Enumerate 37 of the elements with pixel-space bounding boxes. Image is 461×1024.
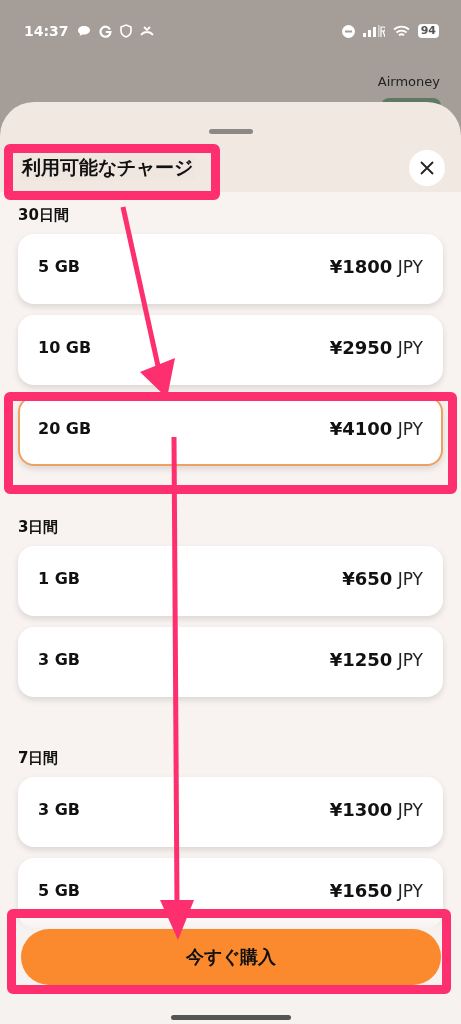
plan-data-amount: 3 GB <box>38 799 81 819</box>
plan-price: ¥1300 JPY <box>329 798 423 820</box>
plan-price: ¥4100 JPY <box>329 417 423 439</box>
plan-data-amount: 5 GB <box>38 880 81 900</box>
plan-card[interactable]: 5 GB ¥1800 JPY <box>18 234 443 304</box>
plan-data-amount: 1 GB <box>38 568 81 588</box>
plan-card[interactable]: 1 GB ¥650 JPY <box>18 546 443 616</box>
plan-price: ¥1800 JPY <box>329 255 423 277</box>
plan-data-amount: 10 GB <box>38 337 92 357</box>
status-time: 14:37 <box>24 23 69 39</box>
close-icon <box>419 160 435 176</box>
plan-data-amount: 20 GB <box>38 418 92 438</box>
plan-card[interactable]: 3 GB ¥1300 JPY <box>18 777 443 847</box>
close-button[interactable] <box>409 150 445 186</box>
chat-bubble-icon <box>76 25 91 37</box>
account-label: Airmoney <box>377 74 440 89</box>
plan-price: ¥1650 JPY <box>329 879 423 901</box>
plan-price: ¥1250 JPY <box>329 648 423 670</box>
plan-card[interactable]: 10 GB ¥2950 JPY <box>18 315 443 385</box>
drag-handle[interactable] <box>208 129 253 134</box>
plan-price: ¥2950 JPY <box>329 336 423 358</box>
g-letter-icon <box>98 24 112 38</box>
plan-card[interactable]: 3 GB ¥1250 JPY <box>18 627 443 697</box>
signal-icon <box>362 25 385 37</box>
do-not-disturb-icon <box>341 24 355 38</box>
section-heading: 30日間 <box>18 206 70 225</box>
missed-call-icon <box>139 25 154 37</box>
buy-now-button[interactable]: 今すぐ購入 <box>20 929 441 985</box>
sheet-title: 利用可能なチャージ <box>20 155 195 181</box>
battery-indicator: 94 <box>417 24 439 38</box>
plan-price: ¥650 JPY <box>342 567 423 589</box>
section-heading: 7日間 <box>18 749 60 768</box>
wifi-icon <box>392 24 410 38</box>
section-heading: 3日間 <box>18 518 60 537</box>
plan-data-amount: 3 GB <box>38 649 81 669</box>
plan-data-amount: 5 GB <box>38 256 81 276</box>
shield-icon <box>119 24 132 38</box>
